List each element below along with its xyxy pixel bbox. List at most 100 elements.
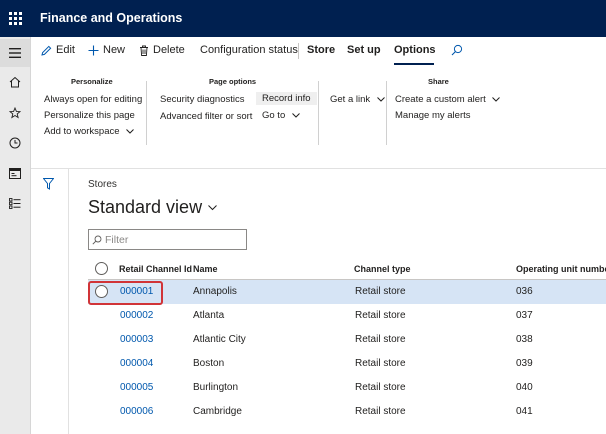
channel-type-cell: Retail store <box>355 406 406 417</box>
action-pane-toolbar: Edit New Delete Configuration status Sto… <box>31 37 606 65</box>
app-launcher-icon[interactable] <box>0 0 30 37</box>
chevron-down-icon <box>376 97 385 102</box>
new-button[interactable]: New <box>88 44 125 56</box>
store-name-cell: Burlington <box>193 382 239 393</box>
channel-type-cell: Retail store <box>355 334 406 345</box>
edit-button[interactable]: Edit <box>41 44 75 56</box>
search-icon <box>451 44 463 56</box>
chevron-down-icon <box>208 204 217 210</box>
delete-label: Delete <box>153 44 185 56</box>
table-row[interactable]: 000004 Boston Retail store 039 <box>88 352 606 376</box>
app-title: Finance and Operations <box>40 11 183 25</box>
filter-input-box <box>88 229 247 250</box>
store-name-cell: Annapolis <box>193 286 237 297</box>
store-name-cell: Boston <box>193 358 225 369</box>
filter-funnel-icon[interactable] <box>43 178 54 190</box>
channel-type-cell: Retail store <box>355 286 406 297</box>
column-header-operating-unit-number[interactable]: Operating unit numbe <box>516 264 606 274</box>
security-diagnostics-button[interactable]: Security diagnostics <box>160 94 244 105</box>
grid-header: Retail Channel Id Name Channel type Oper… <box>88 258 606 280</box>
configuration-status-label: Configuration status <box>200 44 298 56</box>
record-info-button[interactable]: Record info <box>256 92 317 105</box>
retail-channel-id-link[interactable]: 000004 <box>120 358 153 369</box>
left-navigation <box>0 37 31 434</box>
edit-icon <box>41 45 52 56</box>
column-header-channel-type[interactable]: Channel type <box>354 264 411 274</box>
store-name-cell: Atlanta <box>193 310 225 321</box>
channel-type-cell: Retail store <box>355 358 406 369</box>
top-bar: Finance and Operations <box>0 0 606 37</box>
search-button[interactable] <box>451 44 467 56</box>
create-custom-alert-button[interactable]: Create a custom alert <box>395 94 501 105</box>
tab-store[interactable]: Store <box>307 44 335 56</box>
table-row[interactable]: 000003 Atlantic City Retail store 038 <box>88 328 606 352</box>
advanced-filter-button[interactable]: Advanced filter or sort <box>160 111 252 122</box>
retail-channel-id-link[interactable]: 000005 <box>120 382 153 393</box>
group-divider <box>386 81 387 145</box>
table-row[interactable]: 000006 Cambridge Retail store 041 <box>88 400 606 424</box>
store-name-cell: Atlantic City <box>193 334 246 345</box>
channel-type-cell: Retail store <box>355 310 406 321</box>
column-header-name[interactable]: Name <box>193 264 218 274</box>
column-header-retail-channel-id[interactable]: Retail Channel Id <box>119 264 192 274</box>
group-divider <box>146 81 147 145</box>
filter-pane-strip <box>31 169 69 434</box>
operating-unit-cell: 036 <box>516 286 533 297</box>
page-breadcrumb: Stores <box>88 179 117 190</box>
edit-label: Edit <box>56 44 75 56</box>
search-icon <box>92 235 102 245</box>
channel-type-cell: Retail store <box>355 382 406 393</box>
go-to-button[interactable]: Go to <box>262 110 300 121</box>
retail-channel-id-link[interactable]: 000002 <box>120 310 153 321</box>
add-to-workspace-button[interactable]: Add to workspace <box>44 126 135 137</box>
get-a-link-button[interactable]: Get a link <box>330 94 385 105</box>
table-row[interactable]: 000001 Annapolis Retail store 036 <box>88 280 606 305</box>
operating-unit-cell: 039 <box>516 358 533 369</box>
group-divider <box>318 81 319 145</box>
tab-set-up[interactable]: Set up <box>347 44 381 56</box>
configuration-status-button[interactable]: Configuration status <box>200 44 298 56</box>
always-open-for-editing-button[interactable]: Always open for editing <box>44 94 142 105</box>
chevron-down-icon <box>492 97 501 102</box>
plus-icon <box>88 45 99 55</box>
operating-unit-cell: 041 <box>516 406 533 417</box>
table-row[interactable]: 000002 Atlanta Retail store 037 <box>88 304 606 328</box>
select-all-radio[interactable] <box>95 262 108 275</box>
action-pane: Edit New Delete Configuration status Sto… <box>31 37 606 169</box>
view-selector[interactable]: Standard view <box>88 197 217 218</box>
trash-icon <box>140 45 148 56</box>
go-to-label: Go to <box>262 110 286 121</box>
share-group-title: Share <box>428 77 449 86</box>
delete-button[interactable]: Delete <box>139 44 185 56</box>
workspace-icon[interactable] <box>0 159 30 187</box>
operating-unit-cell: 038 <box>516 334 533 345</box>
personalize-group-title: Personalize <box>71 77 113 86</box>
toolbar-divider <box>298 43 299 59</box>
operating-unit-cell: 037 <box>516 310 533 321</box>
tab-options[interactable]: Options <box>394 44 436 56</box>
store-name-cell: Cambridge <box>193 406 242 417</box>
list-icon[interactable] <box>0 189 30 217</box>
active-tab-indicator <box>394 63 434 65</box>
chevron-down-icon <box>292 113 300 118</box>
operating-unit-cell: 040 <box>516 382 533 393</box>
star-icon[interactable] <box>0 99 30 127</box>
add-to-workspace-label: Add to workspace <box>44 126 120 137</box>
page-options-group-title: Page options <box>209 77 257 86</box>
retail-channel-id-link[interactable]: 000003 <box>120 334 153 345</box>
get-a-link-label: Get a link <box>330 94 371 105</box>
manage-my-alerts-button[interactable]: Manage my alerts <box>395 110 471 121</box>
chevron-down-icon <box>126 129 135 134</box>
filter-input[interactable] <box>105 232 243 247</box>
new-label: New <box>103 44 126 56</box>
table-row[interactable]: 000005 Burlington Retail store 040 <box>88 376 606 400</box>
hamburger-icon[interactable] <box>0 39 30 67</box>
clock-icon[interactable] <box>0 129 30 157</box>
create-custom-alert-label: Create a custom alert <box>395 94 486 105</box>
home-icon[interactable] <box>0 68 30 96</box>
annotation-highlight-box <box>88 281 163 305</box>
stores-grid: Retail Channel Id Name Channel type Oper… <box>88 258 606 424</box>
view-title: Standard view <box>88 197 203 217</box>
personalize-this-page-button[interactable]: Personalize this page <box>44 110 135 121</box>
retail-channel-id-link[interactable]: 000006 <box>120 406 153 417</box>
